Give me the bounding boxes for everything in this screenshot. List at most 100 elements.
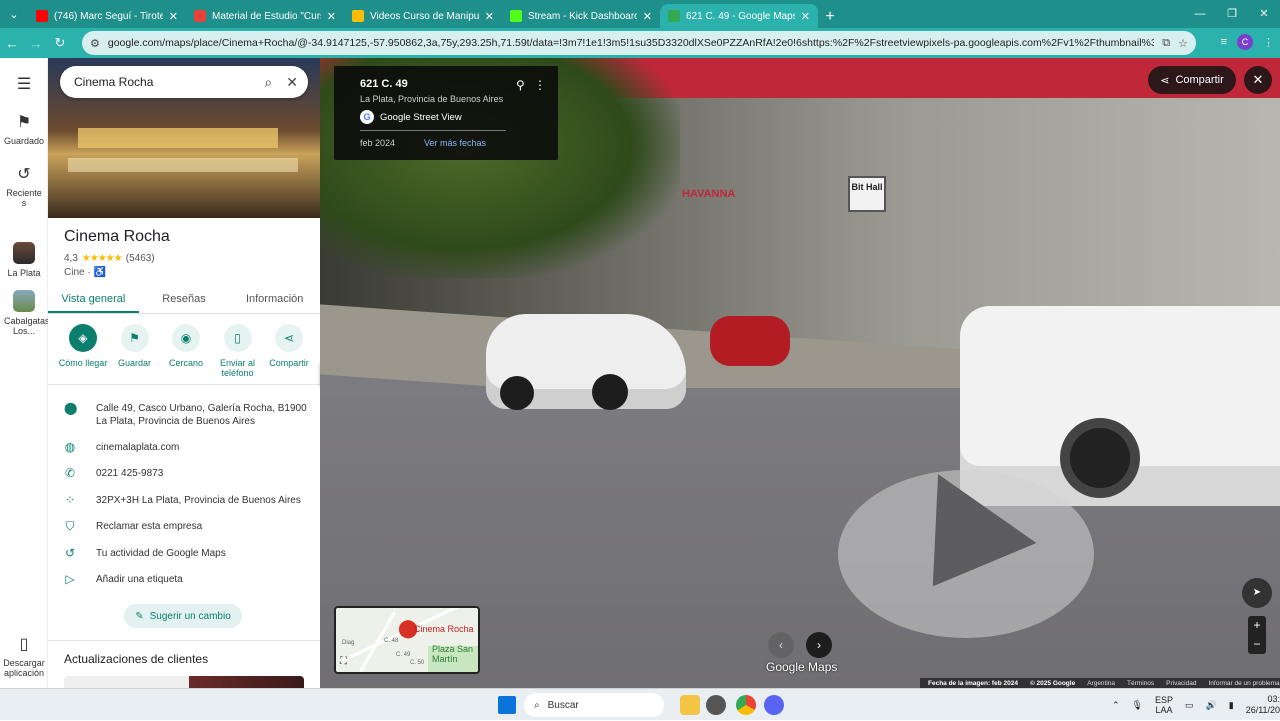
language-indicator[interactable]: ESP LAA — [1155, 695, 1173, 715]
rail-saved[interactable]: ⚑ Guardado — [0, 112, 48, 146]
maximize-icon[interactable]: ❐ — [1216, 0, 1248, 28]
minimap-place-label: Cinema Rocha — [414, 624, 474, 634]
browser-tab[interactable]: (746) Marc Seguí - Tiroteo Rem ✕ — [28, 4, 186, 28]
tab-overview[interactable]: Vista general — [48, 286, 139, 313]
browser-tab[interactable]: Stream - Kick Dashboard ✕ — [502, 4, 660, 28]
plus-code-row[interactable]: ⁘ 32PX+3H La Plata, Provincia de Buenos … — [64, 494, 312, 507]
country-link[interactable]: Argentina — [1087, 680, 1115, 687]
search-icon[interactable]: ⌕ — [264, 74, 272, 91]
steam-icon[interactable] — [706, 695, 726, 715]
chrome-icon[interactable] — [736, 695, 756, 715]
clock-date: 26/11/2025 — [1245, 705, 1280, 715]
menu-button[interactable]: ☰ — [0, 74, 48, 98]
directions-button[interactable]: ◈ Cómo llegar — [58, 324, 108, 378]
reload-icon[interactable]: ↻ — [48, 35, 72, 51]
location-pin-icon[interactable]: ⚲ — [516, 78, 525, 92]
street-label: Diag — [342, 640, 355, 646]
review-count[interactable]: (5463) — [126, 253, 155, 264]
youtube-favicon-icon — [36, 10, 48, 22]
more-dates-link[interactable]: Ver más fechas — [424, 138, 486, 148]
profile-avatar[interactable]: C — [1237, 34, 1253, 50]
add-label-row[interactable]: ▷ Añadir una etiqueta — [64, 573, 312, 586]
plus-code-text: 32PX+3H La Plata, Provincia de Buenos Ai… — [96, 495, 301, 506]
tab-title: Videos Curso de Manipulación — [370, 10, 479, 22]
volume-icon[interactable]: 🔊 — [1206, 700, 1217, 711]
rail-download-app[interactable]: ▯ Descargar aplicación — [0, 634, 48, 678]
search-input[interactable]: Cinema Rocha — [74, 75, 250, 89]
claim-business-row[interactable]: ⛉ Reclamar esta empresa — [64, 520, 312, 533]
close-street-view-icon[interactable]: ✕ — [1244, 66, 1272, 94]
browser-tab[interactable]: Material de Estudio "Curso de ✕ — [186, 4, 344, 28]
expand-icon[interactable]: ⛶ — [340, 656, 354, 670]
photo-detail — [68, 158, 298, 172]
windows-start-icon[interactable] — [498, 696, 516, 714]
category-row: Cine · ♿ — [64, 267, 106, 278]
menu-icon[interactable]: ⋮ — [1263, 36, 1274, 49]
place-panel: Cinema Rocha ⌕ ✕ Cinema Rocha 4,3 ★★★★★ … — [48, 58, 320, 688]
save-button[interactable]: ⚑ Guardar — [110, 324, 160, 378]
clock-time: 03:34 — [1267, 694, 1280, 704]
search-box[interactable]: Cinema Rocha ⌕ ✕ — [60, 66, 308, 98]
url-bar[interactable]: ⚙ google.com/maps/place/Cinema+Rocha/@-3… — [82, 31, 1196, 55]
close-tab-icon[interactable]: ✕ — [801, 10, 810, 23]
sv-address: 621 C. 49 — [360, 78, 408, 90]
rail-place-cabalgatas[interactable]: Cabalgatas Los... — [0, 290, 50, 336]
store-sign: HAVANNA — [682, 188, 736, 200]
tab-search-button[interactable]: ⌄ — [0, 0, 28, 28]
close-tab-icon[interactable]: ✕ — [643, 10, 652, 23]
close-tab-icon[interactable]: ✕ — [327, 10, 336, 23]
send-to-phone-button[interactable]: ▯ Enviar al teléfono — [213, 324, 263, 378]
bookmark-star-icon[interactable]: ☆ — [1178, 37, 1188, 50]
rail-recents[interactable]: ↺ Recientes — [0, 164, 48, 208]
forward-icon[interactable]: → — [24, 36, 48, 51]
more-options-icon[interactable]: ⋮ — [534, 78, 546, 92]
close-tab-icon[interactable]: ✕ — [169, 10, 178, 23]
install-app-icon[interactable]: ⧉ — [1162, 37, 1170, 50]
zoom-in-icon[interactable]: + — [1248, 616, 1266, 635]
browser-tab-active[interactable]: 621 C. 49 - Google Maps ✕ — [660, 4, 818, 28]
close-tab-icon[interactable]: ✕ — [485, 10, 494, 23]
battery-icon[interactable]: ▮ — [1229, 700, 1234, 711]
phone-row[interactable]: ✆ 0221 425-9873 — [64, 467, 312, 480]
minimize-icon[interactable]: — — [1184, 0, 1216, 28]
discord-icon[interactable] — [764, 695, 784, 715]
tab-reviews[interactable]: Reseñas — [139, 286, 230, 313]
minimap[interactable]: ⬤ Cinema Rocha Plaza San Martín C. 48 C.… — [334, 606, 480, 674]
site-info-icon[interactable]: ⚙ — [90, 37, 100, 50]
terms-link[interactable]: Términos — [1127, 680, 1154, 687]
sv-share-button[interactable]: ⋖ Compartir — [1148, 66, 1236, 94]
phone-text: 0221 425-9873 — [96, 468, 164, 479]
back-icon[interactable]: ← — [0, 36, 24, 51]
rail-recents-label: Recientes — [6, 188, 42, 208]
clock[interactable]: 03:34 26/11/2025 — [1246, 694, 1280, 716]
nearby-button[interactable]: ◉ Cercano — [161, 324, 211, 378]
activity-row[interactable]: ↺ Tu actividad de Google Maps — [64, 547, 312, 560]
website-row[interactable]: ◍ cinemalaplata.com — [64, 441, 312, 454]
previous-image-button[interactable]: ‹ — [768, 632, 794, 658]
report-problem-link[interactable]: Informar de un problema — [1208, 680, 1279, 687]
new-tab-button[interactable]: + — [818, 8, 842, 26]
file-explorer-icon[interactable] — [680, 695, 700, 715]
compass-icon[interactable]: ➤ — [1242, 578, 1272, 608]
privacy-link[interactable]: Privacidad — [1166, 680, 1196, 687]
address-row[interactable]: ⬤ Calle 49, Casco Urbano, Galería Rocha,… — [64, 402, 312, 428]
network-icon[interactable]: ▭ — [1185, 700, 1194, 711]
update-thumbnail[interactable] — [64, 676, 304, 688]
tab-info[interactable]: Información — [229, 286, 320, 313]
taskbar-search[interactable]: ⌕ Buscar — [524, 693, 664, 717]
clear-search-icon[interactable]: ✕ — [286, 74, 298, 91]
divider — [360, 130, 506, 131]
share-icon: ⋖ — [1160, 74, 1170, 87]
history-icon: ↺ — [17, 166, 31, 183]
share-button[interactable]: ⋖ Compartir — [264, 324, 314, 378]
truck-wheel — [1060, 418, 1140, 498]
zoom-out-icon[interactable]: − — [1248, 635, 1266, 654]
chevron-up-icon[interactable]: ⌃ — [1112, 700, 1120, 711]
next-image-button[interactable]: › — [806, 632, 832, 658]
browser-tab[interactable]: Videos Curso de Manipulación ✕ — [344, 4, 502, 28]
reading-list-icon[interactable]: ≡ — [1221, 36, 1227, 48]
rail-place-la-plata[interactable]: La Plata — [0, 242, 48, 278]
close-window-icon[interactable]: ✕ — [1248, 0, 1280, 28]
suggest-edit-button[interactable]: ✎ Sugerir un cambio — [124, 604, 242, 628]
microphone-icon[interactable]: 🎙 — [1132, 700, 1143, 711]
